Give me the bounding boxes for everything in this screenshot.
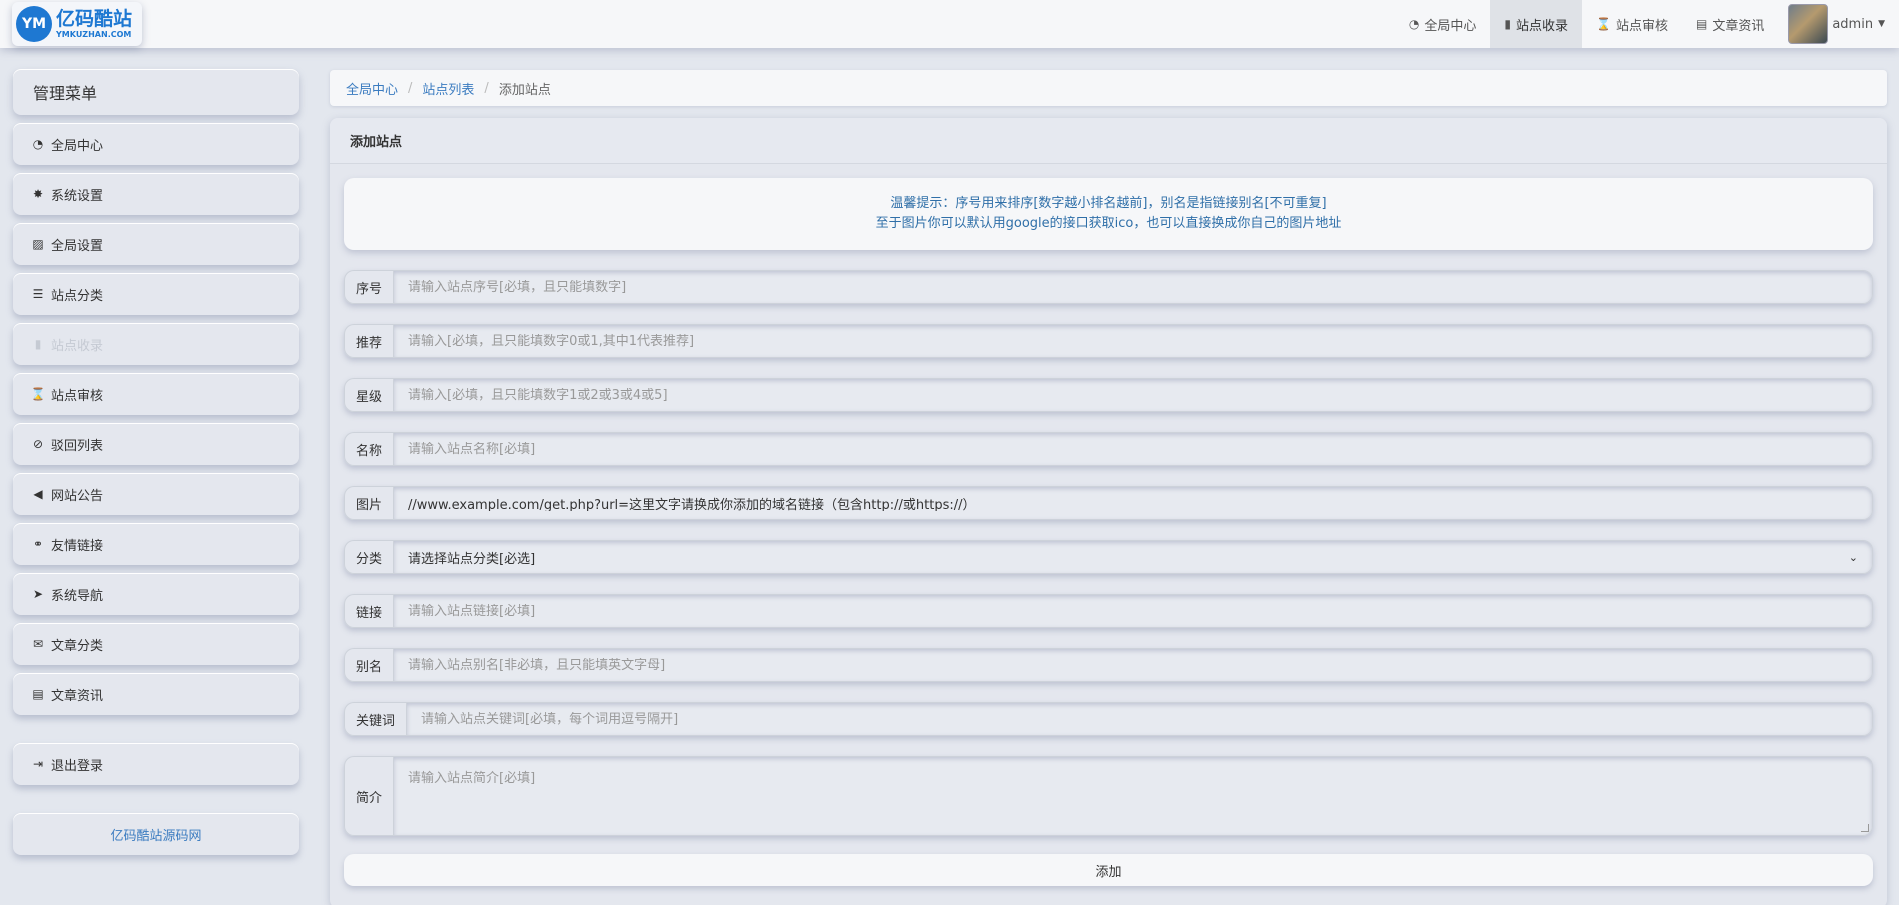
user-menu[interactable]: admin ▼ (1778, 0, 1899, 48)
sidebar-item-articles[interactable]: ▤ 文章资讯 (13, 673, 299, 715)
name-input[interactable] (408, 441, 1858, 457)
topnav-item-site-review[interactable]: ⌛ 站点审核 (1582, 0, 1682, 48)
envelope-icon: ✉ (32, 637, 44, 651)
image-icon: ▨ (32, 237, 44, 251)
tip-box: 温馨提示：序号用来排序[数字越小排名越前]，别名是指链接别名[不可重复] 至于图… (344, 178, 1873, 250)
newspaper-icon: ▤ (1695, 17, 1708, 31)
name-label: 名称 (344, 432, 394, 466)
star-input[interactable] (408, 387, 1858, 403)
form-row-name: 名称 (344, 432, 1873, 466)
topnav-item-dashboard[interactable]: ◔ 全局中心 (1395, 0, 1491, 48)
sidebar-item-global-settings[interactable]: ▨ 全局设置 (13, 223, 299, 265)
newspaper-icon: ▤ (32, 687, 44, 701)
form-row-category: 分类 请选择站点分类[必选] ⌄ (344, 540, 1873, 574)
sign-out-icon: ⇥ (32, 757, 44, 771)
image-label: 图片 (344, 486, 394, 520)
image-input[interactable] (408, 495, 1858, 511)
alias-input[interactable] (408, 657, 1858, 673)
intro-label: 简介 (344, 756, 394, 836)
form-row-recommend: 推荐 (344, 324, 1873, 358)
tip-line-2: 至于图片你可以默认用google的接口获取ico，也可以直接换成你自己的图片地址 (875, 216, 1342, 231)
form-row-star: 星级 (344, 378, 1873, 412)
sliders-icon: ☰ (32, 287, 44, 301)
sidebar: 管理菜单 ◔ 全局中心 ✸ 系统设置 ▨ 全局设置 ☰ 站点分类 ▮ 站点收录 … (13, 69, 299, 855)
book-icon: ▮ (1504, 17, 1511, 31)
sidebar-item-site-category[interactable]: ☰ 站点分类 (13, 273, 299, 315)
ban-icon: ⊘ (32, 437, 44, 451)
star-label: 星级 (344, 378, 394, 412)
sidebar-footer-link[interactable]: 亿码酷站源码网 (13, 813, 299, 855)
link-input[interactable] (408, 603, 1858, 619)
logout-button[interactable]: ⇥ 退出登录 (13, 743, 299, 785)
recommend-input[interactable] (408, 333, 1858, 349)
brand-name: 亿码酷站 (56, 7, 133, 30)
avatar (1788, 4, 1829, 44)
topnav-item-site-collect[interactable]: ▮ 站点收录 (1490, 0, 1583, 48)
keywords-input[interactable] (421, 711, 1858, 727)
form-row-image: 图片 (344, 486, 1873, 520)
breadcrumb-current: 添加站点 (498, 82, 551, 98)
sidebar-item-dashboard[interactable]: ◔ 全局中心 (13, 123, 299, 165)
order-input[interactable] (408, 279, 1858, 295)
intro-textarea[interactable] (408, 767, 1858, 827)
add-button[interactable]: 添加 (344, 854, 1873, 886)
category-selected-value: 请选择站点分类[必选] (408, 551, 536, 567)
recommend-label: 推荐 (344, 324, 394, 358)
breadcrumb-site-list[interactable]: 站点列表 (422, 79, 474, 98)
brand-domain: YMKUZHAN.COM (56, 29, 132, 39)
form-row-order: 序号 (344, 270, 1873, 304)
logo-mark: YM (16, 6, 52, 42)
sidebar-item-system-nav[interactable]: ➤ 系统导航 (13, 573, 299, 615)
order-label: 序号 (344, 270, 394, 304)
chevron-down-icon: ⌄ (1848, 550, 1858, 564)
dashboard-icon: ◔ (1408, 17, 1420, 31)
panel-title: 添加站点 (330, 118, 1887, 164)
hourglass-icon: ⌛ (1596, 17, 1611, 31)
book-icon: ▮ (34, 337, 42, 351)
location-arrow-icon: ➤ (32, 587, 44, 601)
breadcrumb-home[interactable]: 全局中心 (346, 79, 398, 98)
caret-down-icon: ▼ (1878, 19, 1885, 29)
form-row-intro: 简介 (344, 756, 1873, 836)
sidebar-item-friend-links[interactable]: ⚭ 友情链接 (13, 523, 299, 565)
keywords-label: 关键词 (344, 702, 407, 736)
sidebar-item-site-review[interactable]: ⌛ 站点审核 (13, 373, 299, 415)
sidebar-title: 管理菜单 (13, 69, 299, 115)
category-select[interactable]: 请选择站点分类[必选] ⌄ (393, 540, 1873, 574)
alias-label: 别名 (344, 648, 394, 682)
brand-logo[interactable]: YM 亿码酷站 YMKUZHAN.COM (12, 2, 142, 46)
main-content: 全局中心 / 站点列表 / 添加站点 添加站点 温馨提示：序号用来排序[数字越小… (330, 70, 1887, 905)
sidebar-item-announcement[interactable]: ◀ 网站公告 (13, 473, 299, 515)
hourglass-icon: ⌛ (30, 387, 46, 401)
dashboard-icon: ◔ (32, 137, 44, 151)
top-nav-menu: ◔ 全局中心 ▮ 站点收录 ⌛ 站点审核 ▤ 文章资讯 admin ▼ (1395, 0, 1899, 48)
topnav-item-articles[interactable]: ▤ 文章资讯 (1682, 0, 1778, 48)
category-label: 分类 (344, 540, 394, 574)
top-navbar: YM 亿码酷站 YMKUZHAN.COM ◔ 全局中心 ▮ 站点收录 ⌛ 站点审… (0, 0, 1899, 48)
resize-handle-icon[interactable] (1861, 824, 1869, 832)
username: admin (1832, 16, 1874, 32)
sidebar-item-site-collect[interactable]: ▮ 站点收录 (13, 323, 299, 365)
link-label: 链接 (344, 594, 394, 628)
form-row-link: 链接 (344, 594, 1873, 628)
sidebar-item-article-category[interactable]: ✉ 文章分类 (13, 623, 299, 665)
sidebar-item-rejected-list[interactable]: ⊘ 驳回列表 (13, 423, 299, 465)
megaphone-icon: ◀ (33, 487, 43, 501)
sidebar-item-system-settings[interactable]: ✸ 系统设置 (13, 173, 299, 215)
form-row-keywords: 关键词 (344, 702, 1873, 736)
handshake-icon: ⚭ (32, 537, 44, 551)
add-site-panel: 添加站点 温馨提示：序号用来排序[数字越小排名越前]，别名是指链接别名[不可重复… (330, 118, 1887, 905)
tip-line-1: 温馨提示：序号用来排序[数字越小排名越前]，别名是指链接别名[不可重复] (890, 196, 1327, 211)
breadcrumb: 全局中心 / 站点列表 / 添加站点 (330, 70, 1887, 106)
gear-icon: ✸ (32, 187, 44, 201)
form-row-alias: 别名 (344, 648, 1873, 682)
